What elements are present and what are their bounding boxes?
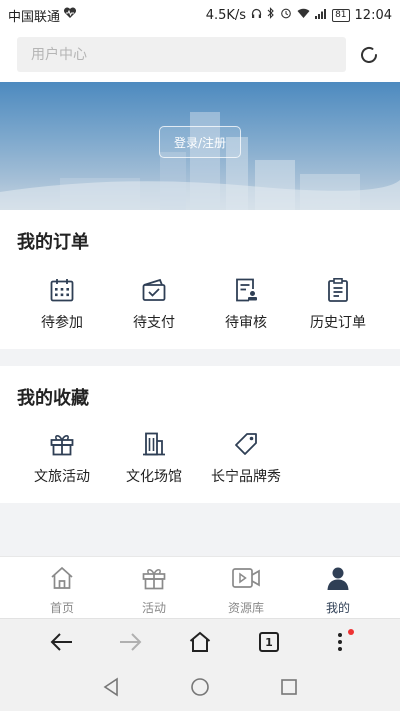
order-pending-join[interactable]: 待参加 — [17, 276, 107, 332]
calendar-icon — [48, 276, 76, 304]
tab-activities[interactable]: 活动 — [109, 565, 199, 616]
orders-title: 我的订单 — [17, 232, 89, 253]
tab-label: 首页 — [49, 601, 74, 615]
browser-home-icon[interactable] — [186, 628, 214, 656]
favorite-activities[interactable]: 文旅活动 — [17, 430, 107, 486]
order-label: 待参加 — [41, 315, 83, 331]
clock: 12:04 — [354, 7, 392, 23]
alarm-icon — [280, 7, 292, 23]
tab-label: 活动 — [141, 601, 166, 615]
forward-arrow-icon[interactable] — [116, 628, 144, 656]
order-history[interactable]: 历史订单 — [293, 276, 383, 332]
order-label: 待审核 — [225, 315, 267, 331]
bottom-tab-bar: 首页 活动 资源库 我的 — [0, 556, 400, 618]
search-row — [0, 30, 400, 82]
order-label: 待支付 — [133, 315, 175, 331]
system-navigation-bar — [0, 664, 400, 711]
review-icon — [232, 276, 260, 304]
profile-banner: 登录/注册 — [0, 82, 400, 210]
status-bar: 中国联通 4.5K/s 81 12:04 — [0, 0, 400, 30]
more-menu-icon[interactable] — [326, 628, 354, 656]
login-register-button[interactable]: 登录/注册 — [159, 126, 241, 158]
notification-dot — [348, 629, 354, 635]
tab-resources[interactable]: 资源库 — [201, 565, 291, 616]
favorite-venues[interactable]: 文化场馆 — [109, 430, 199, 486]
video-icon — [231, 565, 261, 595]
favorite-label: 文化场馆 — [126, 469, 182, 485]
home-icon — [49, 565, 75, 595]
favorite-label: 长宁品牌秀 — [211, 469, 281, 485]
carrier-name: 中国联通 — [8, 9, 61, 25]
order-label: 历史订单 — [310, 315, 366, 331]
building-icon — [140, 430, 168, 458]
network-speed: 4.5K/s — [205, 7, 247, 23]
battery-level: 81 — [332, 8, 350, 22]
tab-label: 我的 — [325, 601, 350, 615]
favorite-label: 文旅活动 — [34, 469, 90, 485]
signal-icon — [315, 8, 327, 23]
tab-label: 资源库 — [227, 601, 264, 615]
browser-toolbar: 1 — [0, 618, 400, 664]
nav-back-icon[interactable] — [100, 676, 122, 698]
nav-recents-icon[interactable] — [278, 676, 300, 698]
favorite-brand-show[interactable]: 长宁品牌秀 — [201, 430, 291, 486]
refresh-icon[interactable] — [356, 42, 382, 68]
tab-count: 1 — [259, 632, 279, 652]
orders-card: 我的订单 待参加 待支付 待审核 历史订单 — [0, 210, 400, 349]
search-input[interactable] — [17, 37, 346, 72]
tab-mine[interactable]: 我的 — [293, 565, 383, 616]
favorites-card: 我的收藏 文旅活动 文化场馆 长宁品牌秀 — [0, 366, 400, 503]
tag-icon — [232, 430, 260, 458]
clipboard-icon — [324, 276, 352, 304]
back-arrow-icon[interactable] — [48, 628, 76, 656]
order-pending-payment[interactable]: 待支付 — [109, 276, 199, 332]
bluetooth-icon — [267, 7, 275, 23]
payment-icon — [140, 276, 168, 304]
favorites-title: 我的收藏 — [17, 388, 89, 409]
tab-home[interactable]: 首页 — [17, 565, 107, 616]
user-icon — [325, 565, 351, 595]
nav-home-icon[interactable] — [189, 676, 211, 698]
tabs-count-button[interactable]: 1 — [255, 628, 283, 656]
heart-rate-icon — [63, 7, 77, 23]
gift-icon — [141, 565, 167, 595]
order-pending-review[interactable]: 待审核 — [201, 276, 291, 332]
wifi-icon — [297, 8, 310, 23]
headset-icon — [251, 8, 262, 23]
gift-icon — [48, 430, 76, 458]
